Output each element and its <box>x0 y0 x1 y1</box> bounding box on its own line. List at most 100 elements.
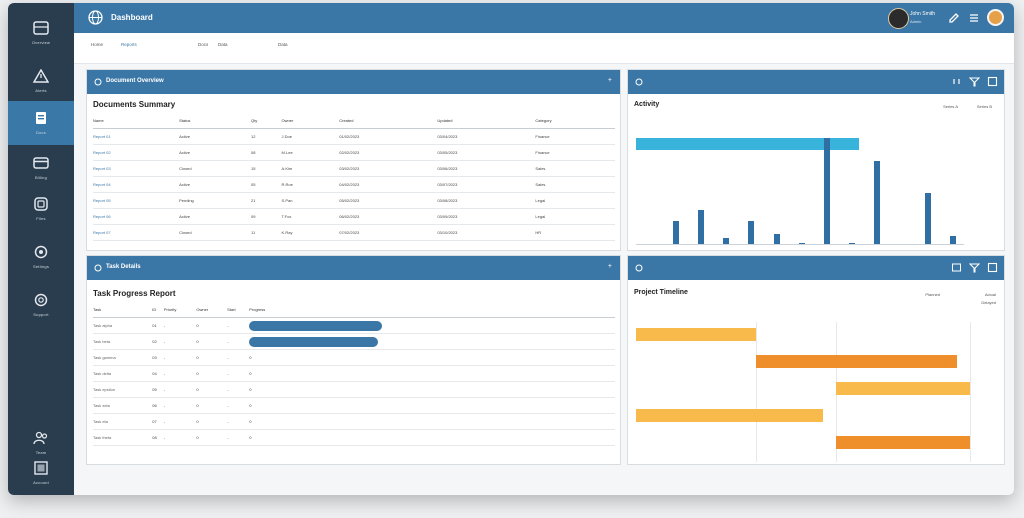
table-row[interactable]: Report 07 Closed 11 K.Ray 07/02/2023 03/10/20… <box>93 224 615 241</box>
sidebar-item-docs[interactable]: Docs <box>8 101 74 145</box>
gantt-task-bar[interactable] <box>756 355 957 368</box>
table-cell: 02/02/2023 <box>339 144 438 161</box>
gantt-task-bar[interactable] <box>636 328 757 341</box>
table-row[interactable]: Report 06 Active 09 T.Fox 06/02/2023 03/09/20… <box>93 208 615 225</box>
edit-icon[interactable] <box>947 11 961 25</box>
user-badge-icon[interactable] <box>987 9 1004 26</box>
table-row[interactable]: Report 01 Active 12 J.Doe 01/02/2023 03/04/20… <box>93 128 615 145</box>
sidebar-item-billing[interactable]: Billing <box>8 146 74 190</box>
table-cell: Report 02 <box>93 144 180 161</box>
table-cell <box>249 317 615 334</box>
sidebar-item-settings[interactable]: Settings <box>8 235 74 279</box>
table-cell: Pending <box>179 192 252 209</box>
column-header[interactable]: Name <box>93 116 180 129</box>
tasks-table: Task ID Priority Owner Start Progress Task al… <box>93 305 615 446</box>
table-cell: Report 06 <box>93 208 180 225</box>
column-header[interactable]: Start <box>227 305 250 318</box>
gantt-task-bar[interactable] <box>636 409 824 422</box>
table-row[interactable]: Task beta 02-0- <box>93 333 615 350</box>
table-row[interactable]: Report 04 Active 05 R.Roe 04/02/2023 03/07/20… <box>93 176 615 193</box>
bar-series-b[interactable] <box>849 242 856 244</box>
table-row[interactable]: Task zeta 06-0-0 <box>93 397 615 414</box>
list-icon[interactable] <box>967 11 981 25</box>
add-button[interactable]: + <box>608 77 612 84</box>
column-header[interactable]: Updated <box>437 116 536 129</box>
breadcrumb-item[interactable]: Reports <box>121 42 137 47</box>
table-row[interactable]: Task gamma 03-0-0 <box>93 349 615 366</box>
bar-series-b[interactable] <box>798 242 805 244</box>
gantt-task-bar[interactable] <box>836 436 970 449</box>
table-cell: 03/02/2023 <box>339 160 438 177</box>
table-cell: 05 <box>152 381 164 398</box>
breadcrumb-item[interactable]: Docs <box>198 42 208 47</box>
table-row[interactable]: Report 03 Closed 15 A.Kim 03/02/2023 03/06/20… <box>93 160 615 177</box>
column-header[interactable]: Owner <box>281 116 340 129</box>
sidebar-item-alerts[interactable]: Alerts <box>8 59 74 103</box>
table-cell <box>249 333 615 350</box>
sidebar-item-account[interactable]: Account <box>8 451 74 495</box>
add-button[interactable]: + <box>608 263 612 270</box>
column-header[interactable]: Task <box>93 305 153 318</box>
globe-logo-icon[interactable] <box>88 10 103 25</box>
panel-header: Document Overview + <box>87 70 620 94</box>
gantt-task-bar[interactable] <box>836 382 970 395</box>
table-cell: Report 05 <box>93 192 180 209</box>
filter-icon[interactable] <box>969 76 980 87</box>
bar-series-b[interactable] <box>823 138 830 244</box>
column-header[interactable]: Priority <box>163 305 197 318</box>
table-cell: 0 <box>196 413 228 430</box>
bar-series-b[interactable] <box>773 234 780 244</box>
table-cell: 03/09/2023 <box>437 208 536 225</box>
column-header[interactable]: Progress <box>249 305 615 318</box>
table-cell: 0 <box>196 397 228 414</box>
bar-series-b[interactable] <box>672 220 679 244</box>
column-header[interactable]: Owner <box>196 305 228 318</box>
table-row[interactable]: Task epsilon 05-0-0 <box>93 381 615 398</box>
table-row[interactable]: Report 05 Pending 21 S.Pan 05/02/2023 03/08/2… <box>93 192 615 209</box>
breadcrumb-item[interactable]: Home <box>91 42 103 47</box>
avatar[interactable] <box>888 8 909 29</box>
expand-icon[interactable] <box>987 76 998 87</box>
table-cell: - <box>227 429 250 446</box>
table-row[interactable]: Task alpha 01-0- <box>93 317 615 334</box>
panel-title: Document Overview <box>106 78 164 84</box>
table-row[interactable]: Report 02 Active 08 M.Lee 02/02/2023 03/05/20… <box>93 144 615 161</box>
section-title: Documents Summary <box>93 100 176 109</box>
table-cell: 09 <box>251 208 282 225</box>
refresh-icon[interactable] <box>951 76 962 87</box>
documents-table: Name Status Qty Owner Created Updated Category… <box>93 116 615 241</box>
bar-series-b[interactable] <box>950 235 957 244</box>
table-cell: - <box>227 397 250 414</box>
column-header[interactable]: Created <box>339 116 438 129</box>
table-row[interactable]: Task delta 04-0-0 <box>93 365 615 382</box>
breadcrumb-item[interactable]: Data <box>218 42 228 47</box>
bar-series-b[interactable] <box>748 220 755 244</box>
bar-series-b[interactable] <box>697 210 704 244</box>
bar-series-b[interactable] <box>723 237 730 244</box>
panel-circle-icon <box>635 264 643 272</box>
sidebar-item-support[interactable]: Support <box>8 283 74 327</box>
sidebar-item-files[interactable]: Files <box>8 187 74 231</box>
document-icon <box>36 112 46 124</box>
column-header[interactable]: Status <box>179 116 252 129</box>
table-cell: Task eta <box>93 413 153 430</box>
table-cell: 08 <box>251 144 282 161</box>
table-cell: Task beta <box>93 333 153 350</box>
bar-series-b[interactable] <box>874 161 881 244</box>
column-header[interactable]: Qty <box>251 116 282 129</box>
panel-circle-icon <box>94 264 102 272</box>
column-header[interactable]: ID <box>152 305 164 318</box>
column-header[interactable]: Category <box>535 116 615 129</box>
sidebar-item-overview[interactable]: Overview <box>8 11 74 55</box>
table-cell: - <box>227 365 250 382</box>
filter-icon[interactable] <box>969 262 980 273</box>
image-icon[interactable] <box>951 262 962 273</box>
breadcrumb-item[interactable]: Data <box>278 42 288 47</box>
card-icon <box>33 21 49 35</box>
table-cell: 06/02/2023 <box>339 208 438 225</box>
table-row[interactable]: Task eta 07-0-0 <box>93 413 615 430</box>
bar-series-b[interactable] <box>924 193 931 244</box>
expand-icon[interactable] <box>987 262 998 273</box>
table-row[interactable]: Task theta 08-0-0 <box>93 429 615 446</box>
table-cell: - <box>227 333 250 350</box>
